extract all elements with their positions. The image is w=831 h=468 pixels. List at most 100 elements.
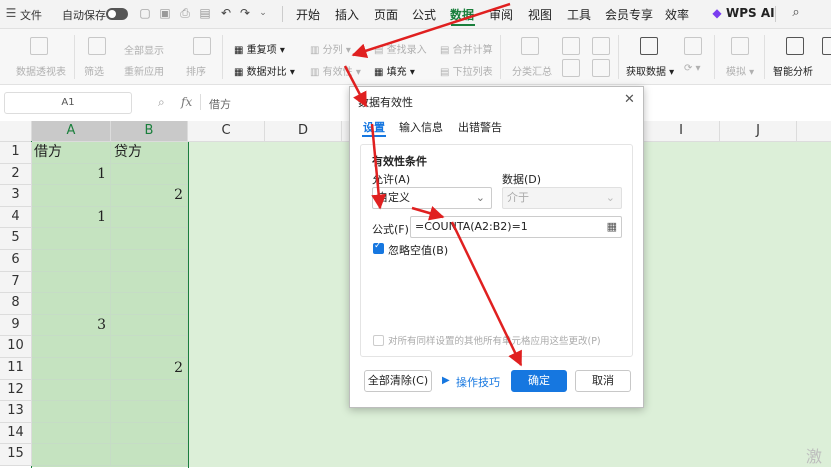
subtotal-button[interactable]: 分类汇总 bbox=[512, 63, 552, 78]
grid-cell[interactable] bbox=[111, 163, 188, 186]
grid-cell[interactable] bbox=[111, 444, 188, 466]
undo-icon[interactable]: ↶ bbox=[219, 6, 233, 20]
refresh-dropdown-icon[interactable]: ⟳ ▾ bbox=[684, 63, 701, 74]
save-icon[interactable]: ▢ bbox=[138, 6, 152, 20]
export-icon[interactable]: ▣ bbox=[158, 6, 172, 20]
apply-all-checkbox[interactable] bbox=[373, 335, 384, 346]
row-header[interactable]: 8 bbox=[0, 293, 32, 315]
tab-page[interactable]: 页面 bbox=[374, 6, 398, 23]
row-header[interactable]: 5 bbox=[0, 228, 32, 250]
group-icon[interactable] bbox=[562, 37, 580, 55]
filter-button[interactable]: 筛选 bbox=[84, 63, 104, 78]
cancel-button[interactable]: 取消 bbox=[575, 370, 631, 392]
duplicates-button[interactable]: ▦ 重复项 ▾ bbox=[234, 41, 285, 56]
function-button[interactable]: fx bbox=[181, 95, 192, 109]
grid-cell[interactable] bbox=[111, 250, 188, 272]
tab-settings[interactable]: 设置 bbox=[363, 119, 385, 135]
tab-review[interactable]: 审阅 bbox=[489, 6, 513, 23]
pivot-table-button[interactable]: 数据透视表 bbox=[16, 63, 66, 78]
row-header[interactable]: 2 bbox=[0, 163, 32, 186]
select-all-corner[interactable] bbox=[0, 121, 32, 142]
grid-cell[interactable] bbox=[32, 271, 111, 294]
get-data-button[interactable]: 获取数据 ▾ bbox=[626, 63, 674, 78]
data-compare-button[interactable]: ▦ 数据对比 ▾ bbox=[234, 63, 295, 78]
preview-icon[interactable]: ▤ bbox=[198, 6, 212, 20]
grid-cell[interactable] bbox=[32, 444, 111, 466]
show-detail-icon[interactable] bbox=[592, 37, 610, 55]
row-header[interactable]: 15 bbox=[0, 444, 32, 466]
wps-ai-button[interactable]: WPS AI bbox=[726, 6, 775, 20]
row-header[interactable]: 6 bbox=[0, 250, 32, 272]
zoom-lookup-icon[interactable]: ⌕ bbox=[158, 95, 165, 110]
show-all-button[interactable]: 全部显示 bbox=[124, 42, 164, 57]
more-icon[interactable] bbox=[822, 37, 831, 55]
grid-cell[interactable] bbox=[32, 228, 111, 250]
redo-icon[interactable]: ↷ bbox=[238, 6, 252, 20]
hide-detail-icon[interactable] bbox=[592, 59, 610, 77]
tab-error-alert[interactable]: 出错警告 bbox=[458, 119, 502, 135]
grid-cell[interactable] bbox=[111, 271, 188, 294]
grid-cell[interactable] bbox=[111, 206, 188, 229]
tab-efficiency[interactable]: 效率 bbox=[665, 6, 689, 23]
column-header-a[interactable]: A bbox=[32, 121, 111, 142]
grid-cell[interactable] bbox=[32, 250, 111, 272]
ignore-blank-checkbox[interactable]: ✓ bbox=[373, 241, 384, 254]
grid-cell[interactable] bbox=[32, 336, 111, 358]
grid-cell[interactable] bbox=[111, 379, 188, 402]
tab-data[interactable]: 数据 bbox=[450, 6, 474, 23]
grid-cell[interactable] bbox=[32, 293, 111, 315]
tab-member[interactable]: 会员专享 bbox=[605, 6, 653, 23]
tab-tools[interactable]: 工具 bbox=[567, 6, 591, 23]
allow-select[interactable]: 自定义 ⌄ bbox=[372, 187, 492, 209]
grid-cell[interactable] bbox=[32, 422, 111, 445]
tab-view[interactable]: 视图 bbox=[528, 6, 552, 23]
menu-icon[interactable]: ☰ bbox=[4, 6, 18, 20]
column-header-j[interactable]: J bbox=[720, 121, 797, 142]
row-header[interactable]: 7 bbox=[0, 271, 32, 294]
name-box[interactable]: A1 bbox=[4, 92, 132, 114]
grid-cell[interactable] bbox=[32, 358, 111, 380]
validity-button[interactable]: ▥ 有效性 ▾ bbox=[310, 63, 361, 78]
file-menu[interactable]: 文件 bbox=[20, 7, 42, 23]
row-header[interactable]: 11 bbox=[0, 358, 32, 380]
formula-input[interactable]: 借方 bbox=[209, 96, 231, 112]
cell-a1[interactable]: 借方 bbox=[32, 142, 111, 164]
fill-button[interactable]: ▦ 填充 ▾ bbox=[374, 63, 415, 78]
search-icon[interactable]: ⌕ bbox=[789, 6, 803, 20]
cell-b1[interactable]: 贷方 bbox=[111, 142, 188, 164]
column-header-b[interactable]: B bbox=[111, 121, 188, 142]
formula-field[interactable]: =COUNTA(A2:B2)=1 ▦ bbox=[410, 216, 622, 238]
row-header[interactable]: 13 bbox=[0, 401, 32, 423]
row-header[interactable]: 1 bbox=[0, 142, 32, 164]
grid-cell[interactable] bbox=[32, 185, 111, 207]
column-header-d[interactable]: D bbox=[265, 121, 342, 142]
row-header[interactable]: 3 bbox=[0, 185, 32, 207]
dropdown-list-button[interactable]: ▤ 下拉列表 bbox=[440, 63, 493, 78]
row-header[interactable]: 9 bbox=[0, 314, 32, 337]
print-icon[interactable]: ⎙ bbox=[178, 6, 192, 20]
simulate-button[interactable]: 模拟 ▾ bbox=[726, 63, 754, 78]
ungroup-icon[interactable] bbox=[562, 59, 580, 77]
row-header[interactable]: 4 bbox=[0, 206, 32, 229]
column-header-i[interactable]: I bbox=[643, 121, 720, 142]
range-select-icon[interactable]: ▦ bbox=[607, 217, 617, 237]
quick-access-chevron-icon[interactable]: ⌄ bbox=[256, 6, 270, 20]
grid-cell[interactable] bbox=[111, 314, 188, 337]
row-header[interactable]: 12 bbox=[0, 379, 32, 402]
tab-home[interactable]: 开始 bbox=[296, 6, 320, 23]
close-icon[interactable]: ✕ bbox=[624, 92, 635, 107]
reapply-button[interactable]: 重新应用 bbox=[124, 63, 164, 78]
data-select[interactable]: 介于 ⌄ bbox=[502, 187, 622, 209]
smart-analysis-button[interactable]: 智能分析 bbox=[773, 63, 813, 78]
tips-link[interactable]: 操作技巧 bbox=[456, 374, 500, 390]
column-header-c[interactable]: C bbox=[188, 121, 265, 142]
grid-cell[interactable] bbox=[111, 293, 188, 315]
refresh-icon[interactable] bbox=[684, 37, 702, 55]
autosave-toggle[interactable] bbox=[106, 8, 128, 20]
column-header-k[interactable] bbox=[797, 121, 831, 142]
row-header[interactable]: 10 bbox=[0, 336, 32, 358]
split-column-button[interactable]: ▥ 分列 ▾ bbox=[310, 41, 351, 56]
merge-calc-button[interactable]: ▤ 合并计算 bbox=[440, 41, 493, 56]
grid-cell[interactable] bbox=[111, 422, 188, 445]
grid-cell[interactable] bbox=[32, 379, 111, 402]
